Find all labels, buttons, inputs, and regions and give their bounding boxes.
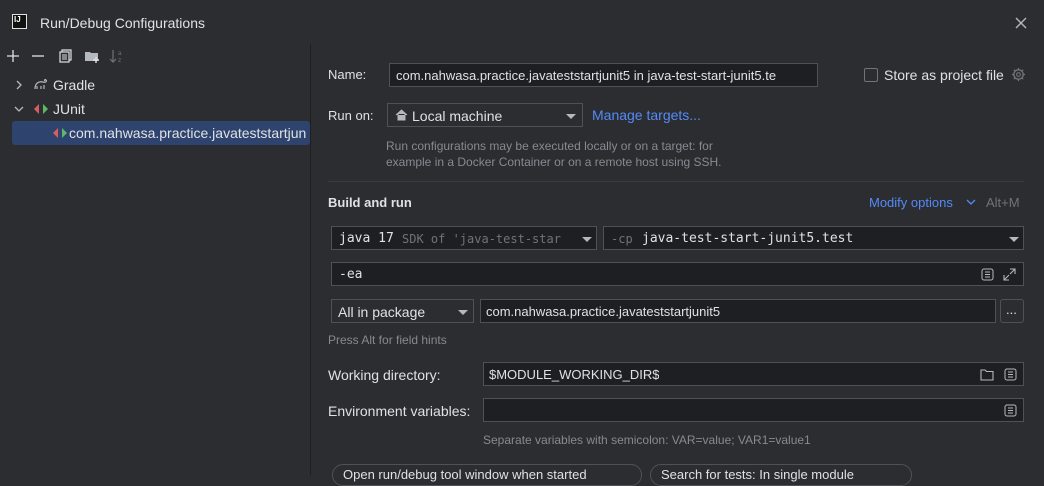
run-on-select[interactable]: Local machine xyxy=(387,103,583,127)
field-hints-tip: Press Alt for field hints xyxy=(328,333,447,347)
sort-icon[interactable]: a z xyxy=(109,48,125,64)
classpath-module-select[interactable]: -cp java-test-start-junit5.test xyxy=(603,226,1024,250)
working-directory-value: $MODULE_WORKING_DIR$ xyxy=(489,367,660,382)
copy-icon[interactable] xyxy=(57,48,73,64)
svg-text:z: z xyxy=(118,57,121,64)
working-directory-input[interactable]: $MODULE_WORKING_DIR$ xyxy=(483,362,1024,386)
tree-item-label: Gradle xyxy=(53,77,96,93)
tree-item-label: com.nahwasa.practice.javateststartjun xyxy=(69,125,307,141)
chevron-right-icon[interactable] xyxy=(14,80,24,90)
junit-icon xyxy=(34,104,48,114)
package-value: com.nahwasa.practice.javateststartjunit5 xyxy=(486,304,721,319)
package-input[interactable]: com.nahwasa.practice.javateststartjunit5 xyxy=(480,299,996,323)
intellij-logo-icon xyxy=(12,14,27,29)
name-label: Name: xyxy=(328,67,367,82)
divider xyxy=(328,181,1024,182)
cp-value: java-test-start-junit5.test xyxy=(642,231,854,246)
folder-icon[interactable] xyxy=(980,368,994,381)
run-on-label: Run on: xyxy=(328,108,374,123)
gradle-icon xyxy=(34,78,47,90)
name-input[interactable]: com.nahwasa.practice.javateststartjunit5… xyxy=(389,63,818,87)
svg-text:a: a xyxy=(118,50,122,57)
build-and-run-title: Build and run xyxy=(328,195,412,210)
tree-item-test-config[interactable]: com.nahwasa.practice.javateststartjun xyxy=(12,121,310,145)
environment-variables-input[interactable] xyxy=(483,398,1024,422)
store-as-project-file-checkbox[interactable] xyxy=(864,68,878,82)
test-kind-select[interactable]: All in package xyxy=(331,299,474,323)
expand-text-icon[interactable] xyxy=(981,268,994,281)
gear-icon[interactable] xyxy=(1011,67,1026,82)
home-icon xyxy=(395,109,408,121)
search-for-tests-option[interactable]: Search for tests: In single module xyxy=(650,464,912,486)
tree-item-gradle[interactable]: Gradle xyxy=(0,73,310,97)
new-folder-icon[interactable] xyxy=(84,48,100,64)
dropdown-arrow-icon xyxy=(1009,237,1019,242)
macros-icon[interactable] xyxy=(1004,368,1017,381)
vm-options-value: -ea xyxy=(339,267,363,282)
chevron-down-icon[interactable] xyxy=(966,198,976,206)
open-tool-window-option[interactable]: Open run/debug tool window when started xyxy=(332,464,642,486)
jdk-description: SDK of 'java-test-star xyxy=(402,232,561,246)
manage-targets-link[interactable]: Manage targets... xyxy=(592,107,701,123)
tree-item-junit[interactable]: JUnit xyxy=(0,97,310,121)
dropdown-arrow-icon xyxy=(582,237,592,242)
vm-options-input[interactable]: -ea xyxy=(331,262,1024,286)
run-on-hint: Run configurations may be executed local… xyxy=(386,139,722,169)
modify-options-link[interactable]: Modify options xyxy=(869,195,953,210)
name-input-value: com.nahwasa.practice.javateststartjunit5… xyxy=(396,68,777,83)
window-title: Run/Debug Configurations xyxy=(40,15,205,31)
jdk-value: java 17 xyxy=(339,231,394,246)
jdk-select[interactable]: java 17 SDK of 'java-test-star xyxy=(331,226,597,250)
dropdown-arrow-icon xyxy=(458,310,468,315)
maximize-icon[interactable] xyxy=(1003,268,1016,281)
environment-variables-label: Environment variables: xyxy=(328,403,471,419)
working-directory-label: Working directory: xyxy=(328,367,441,383)
add-icon[interactable] xyxy=(5,48,21,64)
tree-item-label: JUnit xyxy=(53,101,85,117)
browse-package-button[interactable]: ... xyxy=(1000,299,1024,323)
modify-options-shortcut: Alt+M xyxy=(986,195,1020,210)
close-icon[interactable] xyxy=(1012,14,1030,32)
ellipsis-label: ... xyxy=(1006,302,1017,317)
cp-prefix: -cp xyxy=(611,232,633,246)
store-as-project-file-label: Store as project file xyxy=(884,67,1004,83)
title-bar: Run/Debug Configurations xyxy=(0,0,1044,44)
remove-icon[interactable] xyxy=(30,48,46,64)
test-kind-value: All in package xyxy=(338,304,426,320)
junit-config-icon xyxy=(53,128,67,138)
run-on-value: Local machine xyxy=(412,108,503,124)
edit-env-icon[interactable] xyxy=(1004,404,1017,417)
environment-variables-hint: Separate variables with semicolon: VAR=v… xyxy=(483,433,811,447)
chevron-down-icon[interactable] xyxy=(14,104,24,114)
dropdown-arrow-icon xyxy=(566,114,576,119)
